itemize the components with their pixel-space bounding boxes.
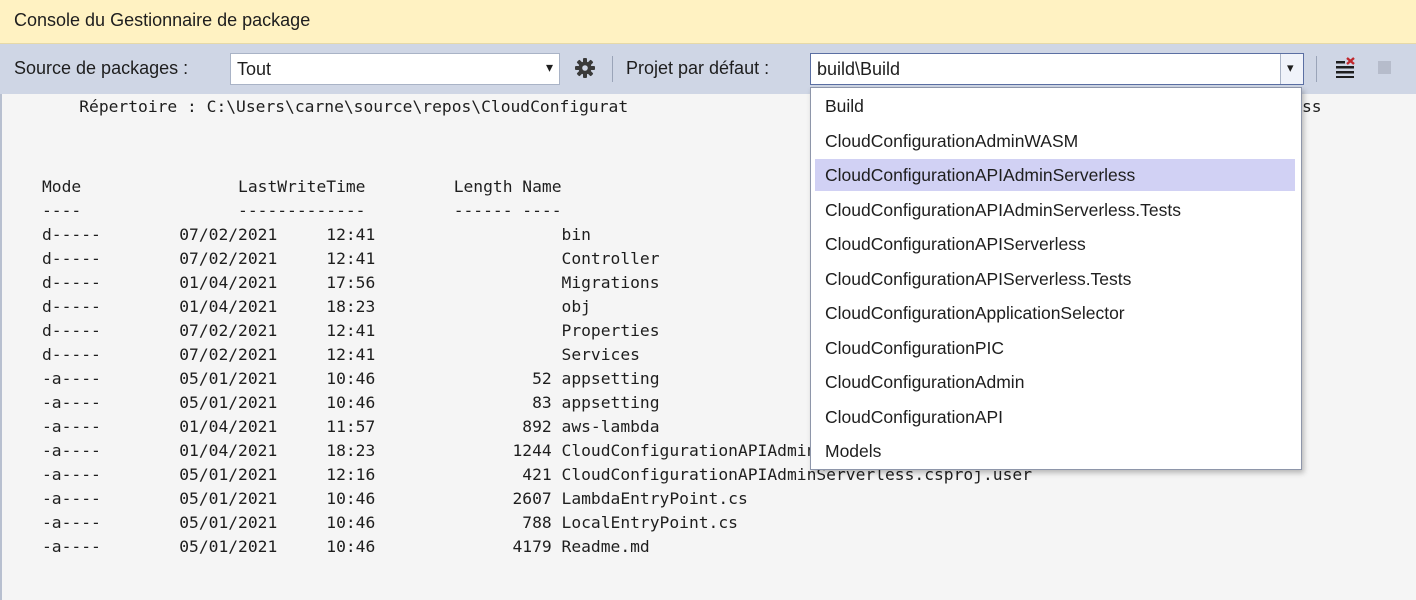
console-row: d----- 07/02/2021 12:41 Services	[42, 345, 640, 364]
default-project-dropdown: Build CloudConfigurationAdminWASM CloudCon…	[810, 87, 1302, 470]
toolbar-separator	[1316, 56, 1317, 82]
console-row: d----- 01/04/2021 17:56 Migrations	[42, 273, 660, 292]
dropdown-item[interactable]: CloudConfigurationAPIServerless.Tests	[815, 263, 1295, 295]
clear-console-icon[interactable]	[1332, 55, 1358, 81]
console-row: d----- 07/02/2021 12:41 Properties	[42, 321, 660, 340]
stop-icon[interactable]	[1372, 55, 1398, 81]
console-row: d----- 07/02/2021 12:41 bin	[42, 225, 591, 244]
console-row: -a---- 05/01/2021 10:46 788 LocalEntryPo…	[42, 513, 738, 532]
title-bar: Console du Gestionnaire de package	[0, 0, 1416, 44]
console-header-underline: ---- ------------- ------ ----	[42, 201, 562, 220]
dropdown-item[interactable]: CloudConfigurationAPIAdminServerless.Tes…	[815, 194, 1295, 226]
dropdown-item[interactable]: CloudConfigurationAPIServerless	[815, 228, 1295, 260]
directory-line-tail: ss	[1302, 97, 1322, 116]
console-row: -a---- 05/01/2021 10:46 52 appsetting	[42, 369, 660, 388]
dropdown-item[interactable]: Build	[815, 90, 1295, 122]
dropdown-item[interactable]: Models	[815, 435, 1295, 467]
dropdown-item[interactable]: CloudConfigurationAPIAdminServerless	[815, 159, 1295, 191]
default-project-combo[interactable]: build\Build ▾	[810, 53, 1304, 85]
chevron-down-icon[interactable]: ▾	[1280, 54, 1303, 84]
console-row: -a---- 05/01/2021 10:46 83 appsetting	[42, 393, 660, 412]
toolbar-separator	[612, 56, 613, 82]
console-header: Mode LastWriteTime Length Name	[42, 177, 562, 196]
package-source-combo[interactable]: Tout ▾	[230, 53, 560, 85]
dropdown-item[interactable]: CloudConfigurationPIC	[815, 332, 1295, 364]
package-source-value: Tout	[237, 59, 272, 79]
gear-icon[interactable]	[572, 55, 598, 81]
console-row: d----- 07/02/2021 12:41 Controller	[42, 249, 660, 268]
console-row: -a---- 05/01/2021 10:46 4179 Readme.md	[42, 537, 650, 556]
console-row: -a---- 05/01/2021 10:46 2607 LambdaEntry…	[42, 489, 748, 508]
default-project-label: Projet par défaut :	[626, 58, 770, 78]
console-row: -a---- 01/04/2021 11:57 892 aws-lambda	[42, 417, 660, 436]
dropdown-item[interactable]: CloudConfigurationApplicationSelector	[815, 297, 1295, 329]
dropdown-item[interactable]: CloudConfigurationAdmin	[815, 366, 1295, 398]
window-title: Console du Gestionnaire de package	[14, 10, 311, 30]
package-source-label: Source de packages :	[14, 58, 189, 78]
console-row: d----- 01/04/2021 18:23 obj	[42, 297, 591, 316]
default-project-value: build\Build	[817, 59, 901, 79]
dropdown-item[interactable]: CloudConfigurationAPI	[815, 401, 1295, 433]
chevron-down-icon[interactable]: ▾	[546, 59, 553, 76]
directory-line: Répertoire : C:\Users\carne\source\repos…	[40, 97, 629, 116]
dropdown-item[interactable]: CloudConfigurationAdminWASM	[815, 125, 1295, 157]
